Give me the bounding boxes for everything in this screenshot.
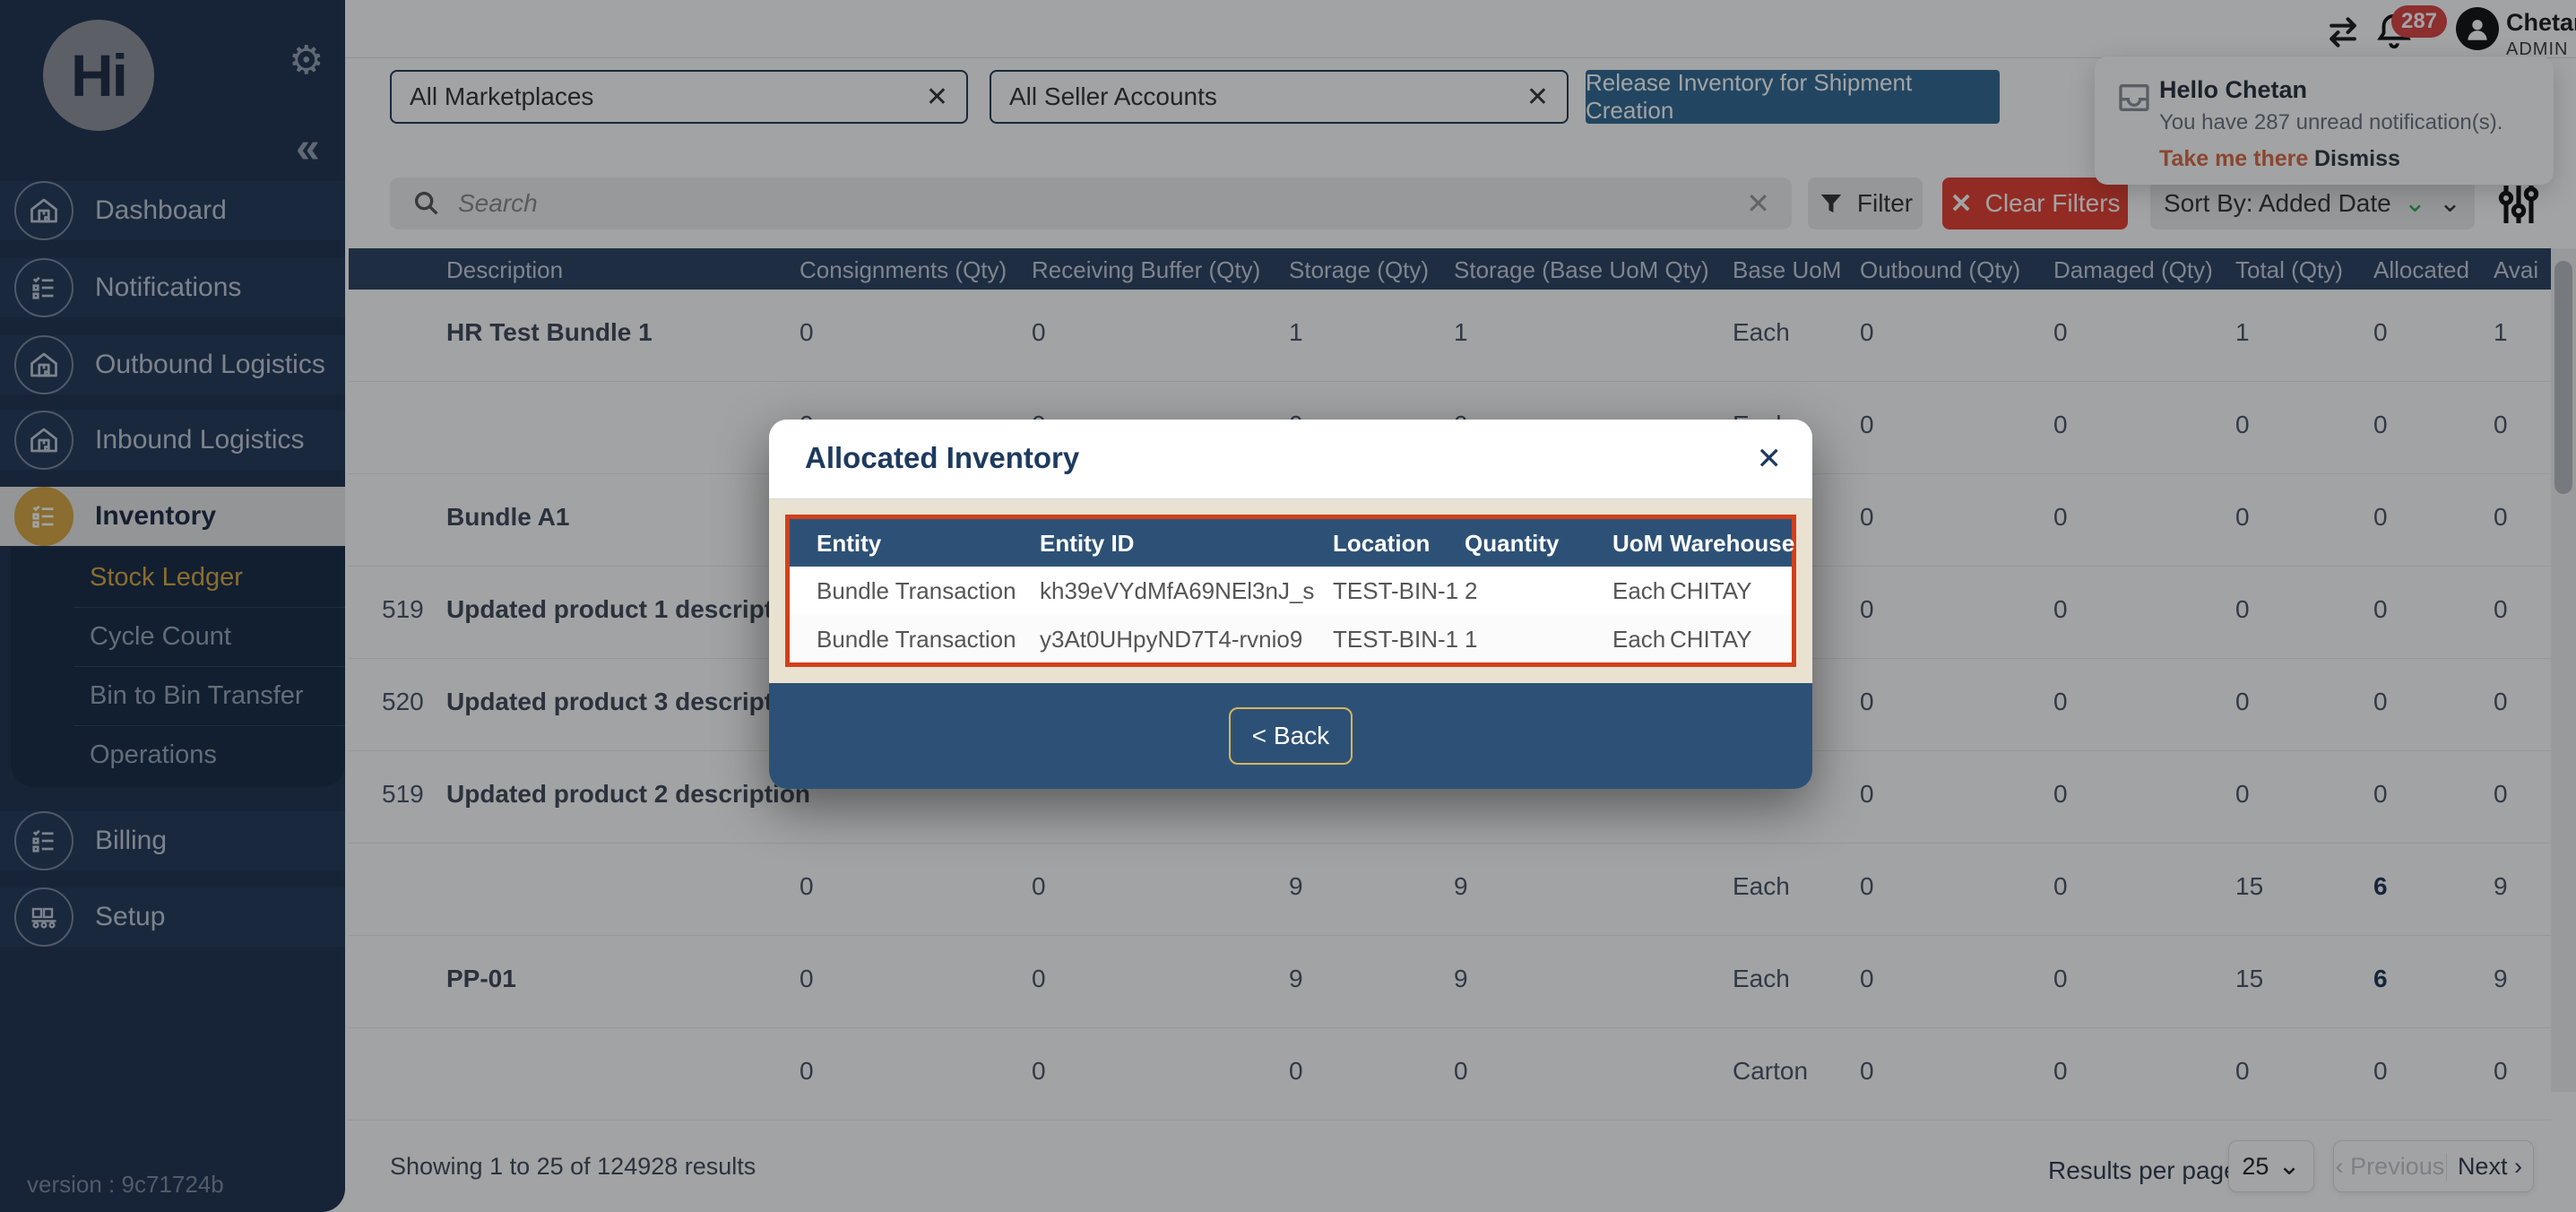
back-button[interactable]: < Back xyxy=(1229,707,1353,765)
modal-header: Allocated Inventory ✕ xyxy=(769,420,1812,499)
modal-cell: y3At0UHpyND7T4-rvnio9 xyxy=(1040,626,1302,654)
modal-cell: Bundle Transaction xyxy=(817,577,1016,605)
modal-cell: kh39eVYdMfA69NEl3nJ_s xyxy=(1040,577,1314,605)
modal-title: Allocated Inventory xyxy=(805,441,1079,475)
modal-cell: TEST-BIN-1 xyxy=(1333,577,1458,605)
modal-column-header: Quantity xyxy=(1465,530,1559,558)
close-icon[interactable]: ✕ xyxy=(1757,441,1783,477)
modal-table-header: Entity Entity ID Location Quantity UoMWareho… xyxy=(790,519,1792,567)
modal-cell: CHITAY xyxy=(1670,577,1751,605)
modal-cell: Each xyxy=(1612,626,1665,654)
modal-cell: CHITAY xyxy=(1670,626,1751,654)
modal-cell: Each xyxy=(1612,577,1665,605)
modal-column-header: Entity ID xyxy=(1040,530,1134,558)
allocated-inventory-modal: Allocated Inventory ✕ Entity Entity ID Loc… xyxy=(769,420,1812,789)
modal-column-header: Entity xyxy=(817,530,881,558)
modal-cell: 2 xyxy=(1465,577,1477,605)
modal-column-header: Location xyxy=(1333,530,1430,558)
modal-column-header: UoM xyxy=(1612,530,1663,558)
modal-cell: Bundle Transaction xyxy=(817,626,1016,654)
modal-table-row: Bundle Transaction kh39eVYdMfA69NEl3nJ_s T… xyxy=(790,567,1792,614)
modal-cell: 1 xyxy=(1465,626,1477,654)
highlight-annotation-box: Entity Entity ID Location Quantity UoMWareho… xyxy=(785,515,1796,667)
modal-footer: < Back xyxy=(769,683,1812,789)
modal-table-row: Bundle Transaction y3At0UHpyND7T4-rvnio9 T… xyxy=(790,615,1792,662)
modal-cell: TEST-BIN-1 xyxy=(1333,626,1458,654)
app-root: Hi ⚙ « DashboardNotificationsOutbound Lo… xyxy=(0,0,2576,1212)
modal-column-header: Warehouse xyxy=(1670,530,1794,558)
